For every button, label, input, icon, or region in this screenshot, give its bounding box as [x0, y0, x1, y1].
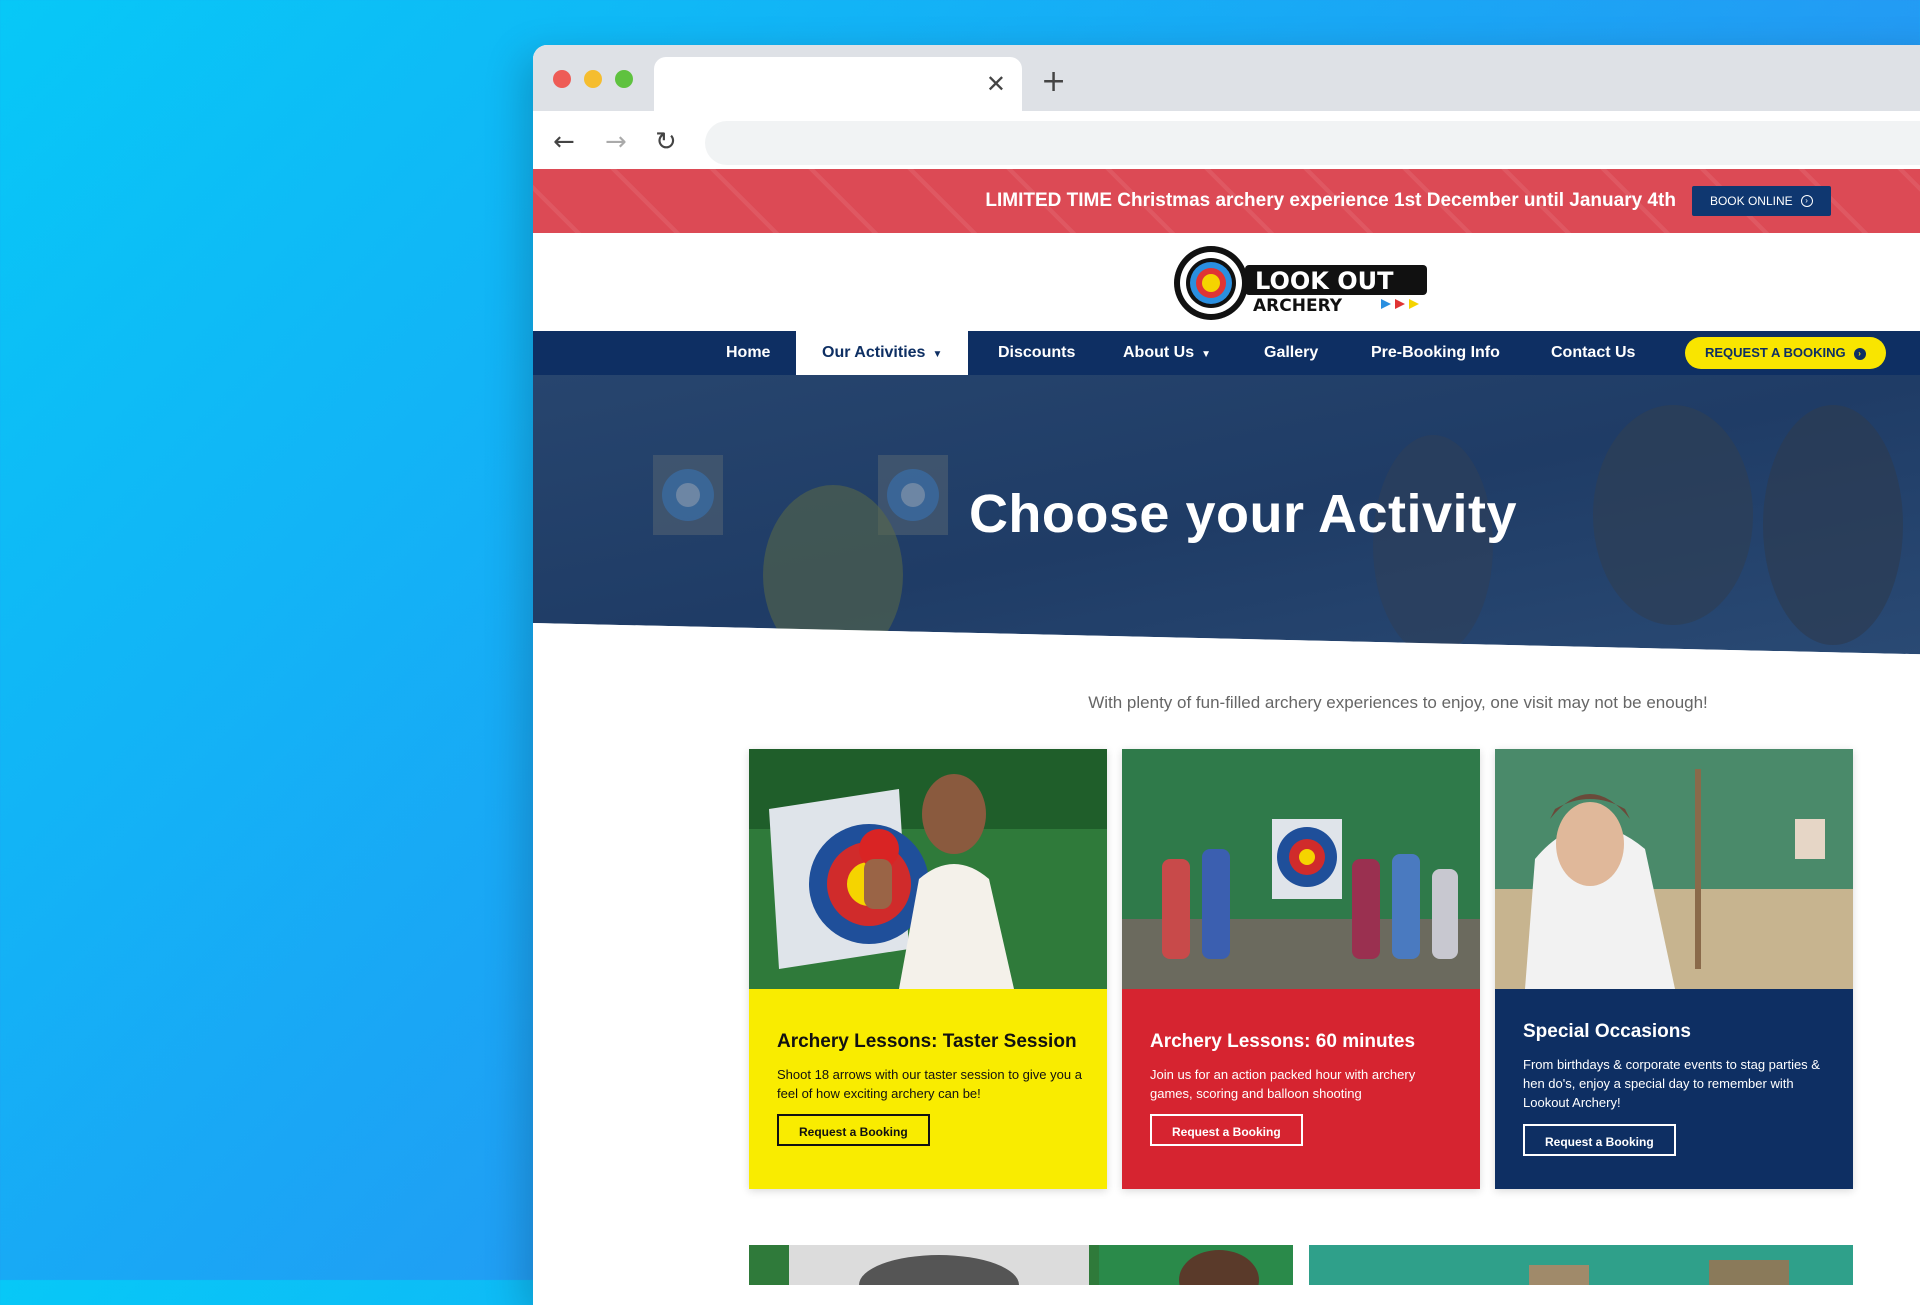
arrow-left-icon[interactable]: ← — [553, 127, 575, 157]
activity-card-partial — [749, 1245, 1293, 1285]
nav-our-activities[interactable]: Our Activities ▼ — [796, 331, 969, 375]
hero-banner: Choose your Activity — [533, 375, 1920, 655]
nav-gallery[interactable]: Gallery — [1264, 331, 1318, 375]
logo-band: LOOK OUT ARCHERY — [533, 233, 1920, 331]
nav-gallery-label: Gallery — [1264, 344, 1319, 361]
browser-window: ✕ + ← → ↻ LIMITED TIME Christmas archery… — [533, 45, 1920, 1305]
reload-icon[interactable]: ↻ — [655, 127, 677, 157]
card-button-label: Request a Booking — [1172, 1125, 1281, 1139]
book-online-label: BOOK ONLINE — [1709, 194, 1793, 208]
promo-banner: LIMITED TIME Christmas archery experienc… — [533, 169, 1920, 233]
nav-pre-booking-info-label: Pre-Booking Info — [1371, 344, 1500, 361]
request-booking-label: REQUEST A BOOKING — [1705, 345, 1846, 360]
card-body: Special Occasions From birthdays & corpo… — [1495, 989, 1853, 1189]
main-navigation: Home Our Activities ▼ Discounts About Us ▼… — [533, 331, 1920, 375]
card-description: Shoot 18 arrows with our taster session … — [777, 1067, 1082, 1101]
special-occasions-photo — [1495, 749, 1853, 989]
maximize-window-button[interactable] — [615, 70, 633, 88]
browser-toolbar: ← → ↻ — [533, 111, 1920, 174]
logo-line1: LOOK OUT — [1255, 267, 1394, 295]
card-button-label: Request a Booking — [799, 1125, 908, 1139]
activity-card-taster: Archery Lessons: Taster Session Shoot 18… — [749, 749, 1107, 1189]
activity-card-partial — [1309, 1245, 1853, 1285]
nav-discounts-label: Discounts — [998, 344, 1076, 361]
nav-our-activities-label: Our Activities — [822, 344, 926, 361]
browser-tab[interactable]: ✕ — [654, 57, 1022, 111]
taster-session-photo — [749, 749, 1107, 989]
card-button-label: Request a Booking — [1545, 1135, 1654, 1149]
card-description: From birthdays & corporate events to sta… — [1523, 1057, 1820, 1110]
nav-discounts[interactable]: Discounts — [998, 331, 1075, 375]
activity-card-special-occasions: Special Occasions From birthdays & corpo… — [1495, 749, 1853, 1189]
arrow-circle-icon: › — [1853, 347, 1866, 360]
card-description: Join us for an action packed hour with a… — [1150, 1067, 1416, 1101]
intro-text: With plenty of fun-filled archery experi… — [1088, 693, 1708, 712]
close-icon[interactable]: ✕ — [986, 69, 1006, 99]
book-online-button[interactable]: BOOK ONLINE › — [1691, 186, 1831, 216]
logo-line2: ARCHERY — [1253, 296, 1343, 316]
caret-down-icon: ▼ — [932, 349, 943, 360]
request-booking-button[interactable]: Request a Booking — [1150, 1114, 1303, 1146]
caret-down-icon: ▼ — [1201, 349, 1212, 360]
minimize-window-button[interactable] — [584, 70, 602, 88]
request-booking-button[interactable]: REQUEST A BOOKING › — [1685, 337, 1886, 369]
card-body: Archery Lessons: 60 minutes Join us for … — [1122, 989, 1480, 1189]
arrow-circle-icon: › — [1800, 195, 1813, 207]
card-body: Archery Lessons: Taster Session Shoot 18… — [749, 989, 1107, 1189]
web-page: LIMITED TIME Christmas archery experienc… — [533, 169, 1920, 1305]
nav-contact-us-label: Contact Us — [1551, 344, 1636, 361]
activity-card-60-minutes: Archery Lessons: 60 minutes Join us for … — [1122, 749, 1480, 1189]
arrow-right-icon[interactable]: → — [605, 127, 627, 157]
sixty-minutes-photo — [1122, 749, 1480, 989]
nav-pre-booking-info[interactable]: Pre-Booking Info — [1371, 331, 1500, 375]
nav-home[interactable]: Home — [726, 331, 770, 375]
tab-strip: ✕ + — [533, 45, 1920, 111]
nav-home-label: Home — [726, 344, 771, 361]
hero-title: Choose your Activity — [968, 484, 1518, 544]
address-bar[interactable] — [705, 121, 1920, 165]
nav-contact-us[interactable]: Contact Us — [1551, 331, 1635, 375]
promo-text: LIMITED TIME Christmas archery experienc… — [985, 190, 1676, 211]
card-title: Archery Lessons: Taster Session — [777, 1031, 1077, 1052]
nav-about-us[interactable]: About Us ▼ — [1123, 331, 1211, 375]
card-title: Archery Lessons: 60 minutes — [1150, 1031, 1416, 1052]
request-booking-button[interactable]: Request a Booking — [1523, 1124, 1676, 1156]
close-window-button[interactable] — [553, 70, 571, 88]
nav-about-us-label: About Us — [1123, 344, 1195, 361]
request-booking-button[interactable]: Request a Booking — [777, 1114, 930, 1146]
site-logo[interactable]: LOOK OUT ARCHERY — [1173, 243, 1431, 323]
card-title: Special Occasions — [1523, 1021, 1691, 1042]
plus-icon[interactable]: + — [1041, 67, 1066, 97]
